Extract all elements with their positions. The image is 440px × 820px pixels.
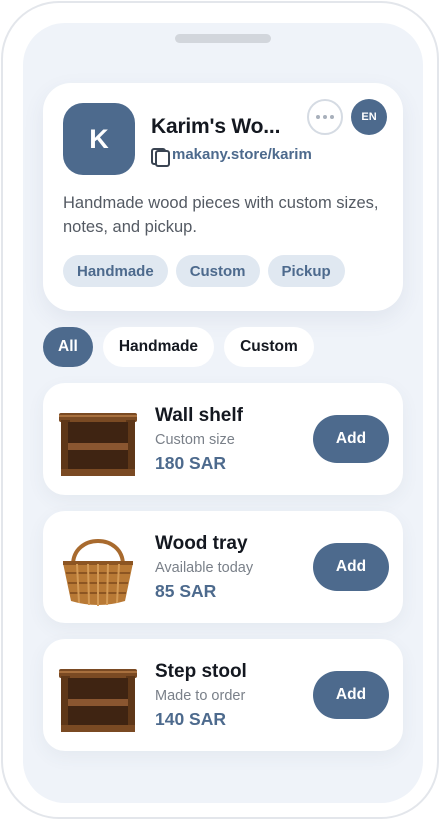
add-button[interactable]: Add xyxy=(313,415,389,463)
more-dot-icon xyxy=(323,115,327,119)
phone-frame: K Karim's Wo... makany.store/karim EN Ha… xyxy=(1,1,439,819)
product-name: Wall shelf xyxy=(155,405,243,426)
product-name: Step stool xyxy=(155,661,247,682)
copy-icon[interactable] xyxy=(151,147,170,167)
product-card[interactable]: Step stool Made to order 140 SAR Add xyxy=(43,639,403,751)
product-subtitle: Available today xyxy=(155,560,254,576)
wicker-basket-image xyxy=(63,539,133,606)
product-price: 85 SAR xyxy=(155,581,217,601)
store-avatar: K xyxy=(63,103,135,175)
store-name: Karim's Wo... xyxy=(151,115,281,138)
add-button[interactable]: Add xyxy=(313,543,389,591)
filter-custom[interactable]: Custom xyxy=(224,327,314,367)
notch xyxy=(175,34,271,43)
tag-custom: Custom xyxy=(175,255,260,287)
wooden-shelf-image xyxy=(59,669,137,732)
filter-chips: All Handmade Custom xyxy=(43,327,314,367)
more-dot-icon xyxy=(316,115,320,119)
product-subtitle: Made to order xyxy=(155,688,246,704)
store-link[interactable]: makany.store/karim xyxy=(151,146,312,167)
filter-all[interactable]: All xyxy=(43,327,93,367)
store-link-text[interactable]: makany.store/karim xyxy=(172,146,312,163)
add-button[interactable]: Add xyxy=(313,671,389,719)
product-price: 180 SAR xyxy=(155,453,227,473)
product-subtitle: Custom size xyxy=(155,432,235,448)
language-button[interactable]: EN xyxy=(351,99,387,135)
product-card[interactable]: Wood tray Available today 85 SAR Add xyxy=(43,511,403,623)
product-price: 140 SAR xyxy=(155,709,227,729)
product-card[interactable]: Wall shelf Custom size 180 SAR Add xyxy=(43,383,403,495)
wooden-shelf-image xyxy=(59,413,137,476)
tag-pickup: Pickup xyxy=(267,255,345,287)
tag-handmade: Handmade xyxy=(63,255,168,287)
more-options-button[interactable] xyxy=(307,99,343,135)
store-header-card: K Karim's Wo... makany.store/karim EN Ha… xyxy=(43,83,403,311)
product-name: Wood tray xyxy=(155,533,248,554)
phone-screen: K Karim's Wo... makany.store/karim EN Ha… xyxy=(23,23,423,803)
more-dot-icon xyxy=(330,115,334,119)
store-tags: Handmade Custom Pickup xyxy=(63,255,345,287)
store-description: Handmade wood pieces with custom sizes, … xyxy=(63,194,379,236)
filter-handmade[interactable]: Handmade xyxy=(102,327,215,367)
